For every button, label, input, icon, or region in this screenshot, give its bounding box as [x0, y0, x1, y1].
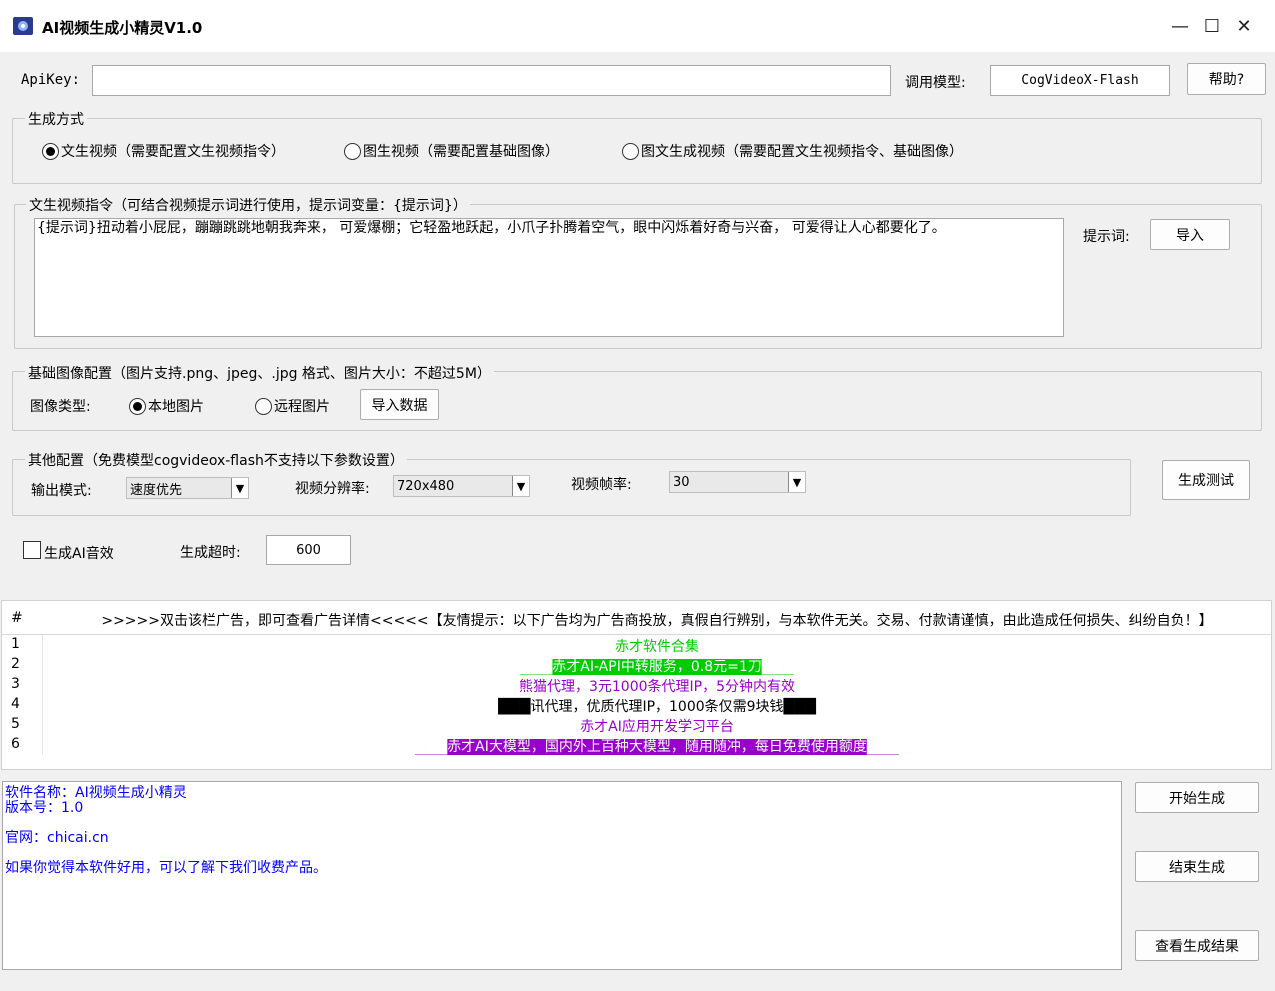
ad-row-text[interactable]: ███赤才AI-API中转服务，0.8元=1刀███: [43, 656, 1271, 676]
chevron-down-icon[interactable]: ▼: [512, 476, 529, 496]
radio-icon[interactable]: [129, 397, 146, 415]
stop-generate-button[interactable]: 结束生成: [1135, 851, 1259, 882]
chevron-down-icon[interactable]: ▼: [788, 472, 805, 492]
maximize-button[interactable]: ☐: [1197, 12, 1227, 40]
import-prompt-button[interactable]: 导入: [1150, 219, 1230, 250]
base-image-legend: 基础图像配置（图片支持.png、jpeg、.jpg 格式、图片大小：不超过5M）: [25, 363, 494, 383]
ad-row-text[interactable]: ███讯代理，优质代理IP，1000条仅需9块钱███: [43, 696, 1271, 716]
radio-icon[interactable]: [255, 397, 272, 415]
ad-row-text[interactable]: ███赤才AI大模型，国内外上百种大模型，随用随冲，每日免费使用额度███: [43, 736, 1271, 756]
image-type-label: 图像类型:: [30, 399, 91, 415]
fps-select[interactable]: 30 ▼: [669, 471, 806, 493]
ad-rows: 1 赤才软件合集 2 ███赤才AI-API中转服务，0.8元=1刀███ 3 熊猫代理，…: [2, 635, 1271, 755]
ad-row-number: 2: [11, 656, 20, 672]
apikey-label: ApiKey:: [21, 72, 81, 88]
image-type-option-label: 本地图片: [148, 399, 204, 415]
image-type-option-label: 远程图片: [274, 399, 330, 415]
image-type-remote[interactable]: 远程图片: [255, 396, 330, 416]
resolution-value: 720x480: [397, 478, 455, 494]
other-config-legend: 其他配置（免费模型cogvideox-flash不支持以下参数设置）: [25, 450, 407, 470]
resolution-label: 视频分辨率:: [295, 481, 370, 497]
output-mode-label: 输出模式:: [31, 483, 92, 499]
app-icon: [13, 17, 33, 35]
ad-row[interactable]: 4 ███讯代理，优质代理IP，1000条仅需9块钱███: [2, 695, 1271, 715]
ad-row-text[interactable]: 赤才软件合集: [43, 636, 1271, 656]
fps-label: 视频帧率:: [571, 477, 632, 493]
mode-option-label: 图文生成视频（需要配置文生视频指令、基础图像）: [641, 144, 963, 160]
ad-col-text-header: >>>>>双击该栏广告，即可查看广告详情<<<<<【友情提示：以下广告均为广告商…: [101, 613, 1213, 629]
image-type-local[interactable]: 本地图片: [129, 396, 204, 416]
ad-row-number: 1: [11, 636, 20, 652]
ai-audio-label: 生成AI音效: [44, 546, 114, 562]
timeout-input[interactable]: 600: [266, 535, 351, 565]
ad-row-label: ███讯代理，优质代理IP，1000条仅需9块钱███: [498, 699, 816, 715]
model-label: 调用模型:: [905, 75, 966, 91]
model-field[interactable]: CogVideoX-Flash: [990, 65, 1170, 96]
apikey-input[interactable]: [92, 65, 891, 96]
output-mode-value: 速度优先: [130, 482, 183, 498]
fps-value: 30: [673, 474, 690, 490]
ad-row-number: 3: [11, 676, 20, 692]
ad-row[interactable]: 3 熊猫代理，3元1000条代理IP，5分钟内有效: [2, 675, 1271, 695]
log-textarea[interactable]: 软件名称：AI视频生成小精灵 版本号：1.0 官网：chicai.cn 如果你觉…: [2, 781, 1122, 970]
output-mode-select[interactable]: 速度优先 ▼: [126, 477, 249, 499]
timeout-label: 生成超时:: [180, 545, 241, 561]
ad-row-label: ███赤才AI-API中转服务，0.8元=1刀███: [519, 659, 795, 675]
ad-row-label: ███赤才AI大模型，国内外上百种大模型，随用随冲，每日免费使用额度███: [414, 739, 900, 755]
mode-option-label: 文生视频（需要配置文生视频指令）: [61, 144, 285, 160]
close-button[interactable]: ✕: [1229, 12, 1259, 40]
ad-row-text[interactable]: 赤才AI应用开发学习平台: [43, 716, 1271, 736]
ad-col-num-header: #: [11, 610, 23, 626]
mode-option-label: 图生视频（需要配置基础图像）: [363, 144, 559, 160]
generation-mode-legend: 生成方式: [25, 109, 87, 129]
mode-option-image-to-video[interactable]: 图生视频（需要配置基础图像）: [344, 141, 559, 161]
text-prompt-legend: 文生视频指令（可结合视频提示词进行使用，提示词变量：{提示词}）: [26, 195, 470, 215]
ad-table[interactable]: # >>>>>双击该栏广告，即可查看广告详情<<<<<【友情提示：以下广告均为广…: [1, 600, 1272, 770]
ad-row[interactable]: 1 赤才软件合集: [2, 635, 1271, 655]
import-data-button[interactable]: 导入数据: [360, 389, 439, 420]
ad-row[interactable]: 5 赤才AI应用开发学习平台: [2, 715, 1271, 735]
ad-table-header[interactable]: # >>>>>双击该栏广告，即可查看广告详情<<<<<【友情提示：以下广告均为广…: [2, 601, 1271, 635]
chevron-down-icon[interactable]: ▼: [231, 478, 248, 498]
log-line: 版本号：1.0: [5, 800, 84, 816]
ai-audio-checkbox[interactable]: [23, 541, 41, 559]
log-line: 如果你觉得本软件好用，可以了解下我们收费产品。: [5, 860, 327, 876]
start-generate-button[interactable]: 开始生成: [1135, 782, 1259, 813]
mode-option-image-text-to-video[interactable]: 图文生成视频（需要配置文生视频指令、基础图像）: [622, 141, 963, 161]
window-title: AI视频生成小精灵V1.0: [42, 19, 203, 37]
generate-test-button[interactable]: 生成测试: [1162, 460, 1250, 500]
ad-row-text[interactable]: 熊猫代理，3元1000条代理IP，5分钟内有效: [43, 676, 1271, 696]
resolution-select[interactable]: 720x480 ▼: [393, 475, 530, 497]
ad-row[interactable]: 6 ███赤才AI大模型，国内外上百种大模型，随用随冲，每日免费使用额度███: [2, 735, 1271, 755]
ad-row-number: 6: [11, 736, 20, 752]
ad-row-number: 4: [11, 696, 20, 712]
ad-row[interactable]: 2 ███赤才AI-API中转服务，0.8元=1刀███: [2, 655, 1271, 675]
mode-option-text-to-video[interactable]: 文生视频（需要配置文生视频指令）: [42, 141, 285, 161]
radio-icon[interactable]: [344, 142, 361, 160]
minimize-button[interactable]: —: [1165, 12, 1195, 40]
view-results-button[interactable]: 查看生成结果: [1135, 930, 1259, 961]
radio-icon[interactable]: [42, 142, 59, 160]
prompt-hint-label: 提示词:: [1083, 229, 1130, 245]
log-line: 官网：chicai.cn: [5, 830, 109, 846]
ad-row-number: 5: [11, 716, 20, 732]
ad-row-label: 赤才AI应用开发学习平台: [580, 719, 734, 735]
radio-icon[interactable]: [622, 142, 639, 160]
ad-row-label: 赤才软件合集: [615, 639, 699, 655]
help-button[interactable]: 帮助?: [1187, 63, 1266, 95]
ad-row-label: 熊猫代理，3元1000条代理IP，5分钟内有效: [518, 679, 795, 695]
text-prompt-textarea[interactable]: {提示词}扭动着小屁屁，蹦蹦跳跳地朝我奔来， 可爱爆棚；它轻盈地跃起，小爪子扑腾…: [34, 218, 1064, 337]
